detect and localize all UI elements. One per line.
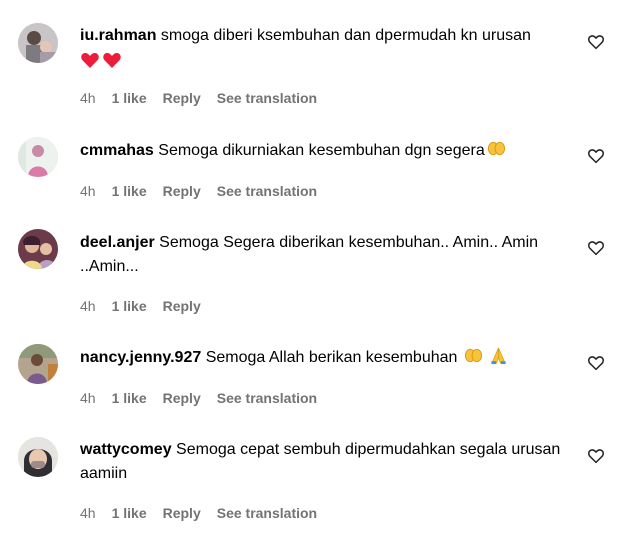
comment-time: 4h: [80, 298, 96, 314]
heart-emojis: [80, 48, 575, 72]
like-count[interactable]: 1 like: [112, 297, 147, 315]
comment-body: Semoga dikurniakan kesembuhan dgn segera: [158, 142, 485, 159]
heart-outline-icon: [588, 149, 604, 164]
like-button[interactable]: [587, 447, 605, 465]
comment-text: wattycomey Semoga cepat sembuh dipermuda…: [80, 438, 575, 486]
folded-hands-emoji-icon: [491, 347, 506, 365]
username[interactable]: nancy.jenny.927: [80, 349, 201, 366]
comment-meta: 4h 1 like Reply See translation: [80, 182, 333, 200]
username[interactable]: iu.rahman: [80, 27, 156, 44]
reply-button[interactable]: Reply: [163, 389, 201, 407]
avatar[interactable]: [18, 344, 58, 384]
comment-body: Semoga Allah berikan kesembuhan: [205, 349, 458, 366]
like-button[interactable]: [587, 354, 605, 372]
open-hands-emoji-icon: [464, 348, 482, 363]
like-button[interactable]: [587, 147, 605, 165]
red-heart-emoji-icon: [81, 52, 99, 68]
avatar[interactable]: [18, 437, 58, 477]
username[interactable]: deel.anjer: [80, 234, 155, 251]
like-count[interactable]: 1 like: [112, 182, 147, 200]
like-count[interactable]: 1 like: [112, 504, 147, 522]
comment-body: smoga diberi ksembuhan dan dpermudah kn …: [160, 27, 531, 44]
reply-button[interactable]: Reply: [163, 504, 201, 522]
heart-outline-icon: [588, 241, 604, 256]
heart-outline-icon: [588, 449, 604, 464]
reply-button[interactable]: Reply: [163, 297, 201, 315]
comment-time: 4h: [80, 390, 96, 406]
avatar[interactable]: [18, 229, 58, 269]
comment-time: 4h: [80, 183, 96, 199]
red-heart-emoji-icon: [103, 52, 121, 68]
avatar[interactable]: [18, 23, 58, 63]
like-count[interactable]: 1 like: [112, 389, 147, 407]
comment-meta: 4h 1 like Reply See translation: [80, 89, 333, 107]
comment-text: nancy.jenny.927 Semoga Allah berikan kes…: [80, 346, 575, 370]
like-count[interactable]: 1 like: [112, 89, 147, 107]
like-button[interactable]: [587, 239, 605, 257]
open-hands-emoji-icon: [487, 141, 505, 156]
comment-text: iu.rahman smoga diberi ksembuhan dan dpe…: [80, 24, 575, 72]
reply-button[interactable]: Reply: [163, 182, 201, 200]
comment-meta: 4h 1 like Reply See translation: [80, 504, 333, 522]
username[interactable]: wattycomey: [80, 441, 172, 458]
like-button[interactable]: [587, 33, 605, 51]
comment-text: deel.anjer Semoga Segera diberikan kesem…: [80, 231, 575, 279]
see-translation-button[interactable]: See translation: [217, 89, 317, 107]
heart-outline-icon: [588, 356, 604, 371]
avatar[interactable]: [18, 137, 58, 177]
see-translation-button[interactable]: See translation: [217, 389, 317, 407]
reply-button[interactable]: Reply: [163, 89, 201, 107]
see-translation-button[interactable]: See translation: [217, 182, 317, 200]
see-translation-button[interactable]: See translation: [217, 504, 317, 522]
username[interactable]: cmmahas: [80, 142, 154, 159]
comment-meta: 4h 1 like Reply: [80, 297, 217, 315]
comment-time: 4h: [80, 505, 96, 521]
comment-time: 4h: [80, 90, 96, 106]
heart-outline-icon: [588, 35, 604, 50]
comment-text: cmmahas Semoga dikurniakan kesembuhan dg…: [80, 139, 575, 163]
comment-meta: 4h 1 like Reply See translation: [80, 389, 333, 407]
